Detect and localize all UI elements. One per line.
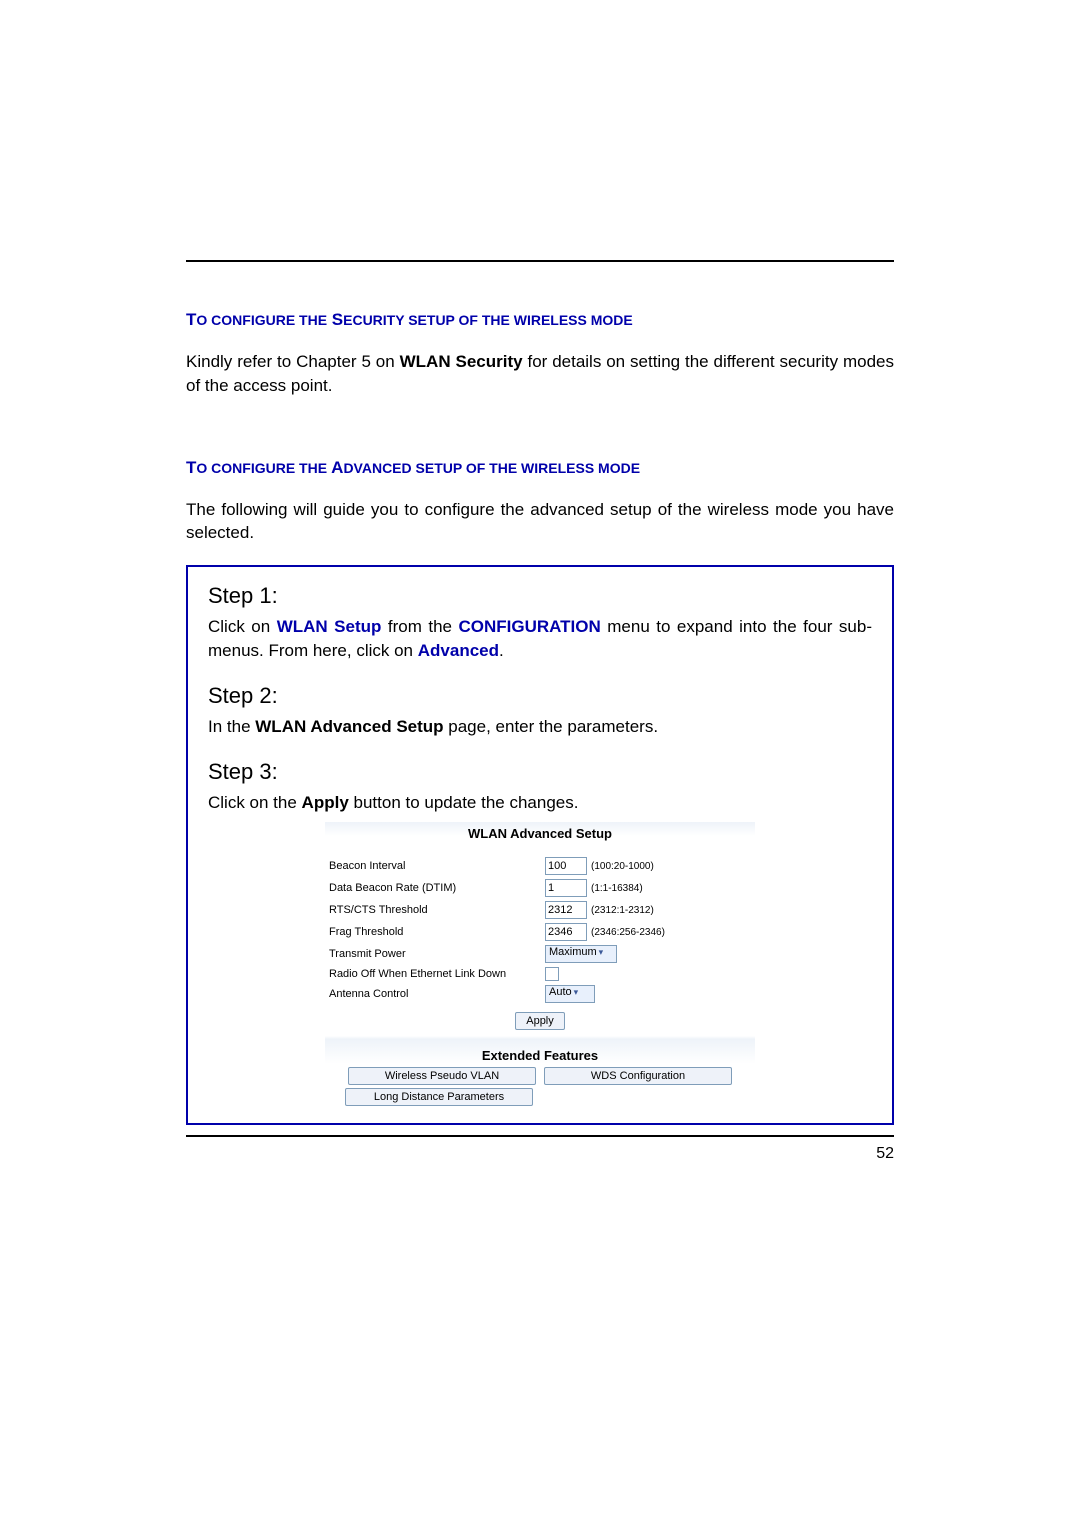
text-span: from the: [381, 617, 458, 636]
label-radio: Radio Off When Ethernet Link Down: [325, 968, 545, 980]
wireless-pseudo-vlan-button[interactable]: Wireless Pseudo VLAN: [348, 1067, 536, 1085]
label-rts: RTS/CTS Threshold: [325, 904, 545, 916]
wlan-advanced-form: WLAN Advanced Setup Beacon Interval (100…: [325, 822, 755, 1106]
checkbox-radio-off[interactable]: [545, 967, 559, 981]
label-frag: Frag Threshold: [325, 926, 545, 938]
step2-title: Step 2:: [208, 683, 872, 709]
text-span: button to update the changes.: [349, 793, 579, 812]
chevron-down-icon: ▾: [599, 947, 604, 957]
input-rts[interactable]: [545, 901, 587, 919]
row-frag: Frag Threshold (2346:256-2346): [325, 923, 755, 941]
link-advanced: Advanced: [418, 641, 499, 660]
label-tx: Transmit Power: [325, 948, 545, 960]
text-span: In the: [208, 717, 255, 736]
hint-dtim: (1:1-16384): [591, 883, 643, 894]
row-dtim: Data Beacon Rate (DTIM) (1:1-16384): [325, 879, 755, 897]
link-configuration: CONFIGURATION: [458, 617, 600, 636]
hint-beacon: (100:20-1000): [591, 861, 654, 872]
bold-apply: Apply: [302, 793, 349, 812]
hint-frag: (2346:256-2346): [591, 927, 665, 938]
step3-body: Click on the Apply button to update the …: [208, 791, 872, 815]
top-divider: [186, 260, 894, 262]
link-wlan-setup: WLAN Setup: [277, 617, 382, 636]
text-span: Kindly refer to Chapter 5 on: [186, 352, 400, 371]
wds-configuration-button[interactable]: WDS Configuration: [544, 1067, 732, 1085]
row-radio: Radio Off When Ethernet Link Down: [325, 967, 755, 981]
heading-security: TO CONFIGURE THE SECURITY SETUP OF THE W…: [186, 310, 894, 330]
bottom-divider: [186, 1135, 894, 1137]
bold-wlan-advanced-setup: WLAN Advanced Setup: [255, 717, 443, 736]
label-beacon: Beacon Interval: [325, 860, 545, 872]
bold-wlan-security: WLAN Security: [400, 352, 523, 371]
step2-body: In the WLAN Advanced Setup page, enter t…: [208, 715, 872, 739]
label-dtim: Data Beacon Rate (DTIM): [325, 882, 545, 894]
apply-button[interactable]: Apply: [515, 1012, 565, 1030]
text-span: page, enter the parameters.: [444, 717, 659, 736]
select-antenna[interactable]: Auto▾: [545, 985, 595, 1003]
steps-box: Step 1: Click on WLAN Setup from the CON…: [186, 565, 894, 1125]
hint-rts: (2312:1-2312): [591, 905, 654, 916]
chevron-down-icon: ▾: [574, 987, 579, 997]
select-tx-value: Maximum: [549, 946, 597, 958]
row-antenna: Antenna Control Auto▾: [325, 985, 755, 1003]
long-distance-parameters-button[interactable]: Long Distance Parameters: [345, 1088, 533, 1106]
text-span: .: [499, 641, 504, 660]
paragraph-advanced: The following will guide you to configur…: [186, 498, 894, 546]
form-title: WLAN Advanced Setup: [325, 822, 755, 857]
text-span: Click on the: [208, 793, 302, 812]
row-tx: Transmit Power Maximum▾: [325, 945, 755, 963]
text-span: Click on: [208, 617, 277, 636]
row-beacon: Beacon Interval (100:20-1000): [325, 857, 755, 875]
input-frag[interactable]: [545, 923, 587, 941]
extended-features-title: Extended Features: [325, 1036, 755, 1067]
select-antenna-value: Auto: [549, 986, 572, 998]
row-rts: RTS/CTS Threshold (2312:1-2312): [325, 901, 755, 919]
step1-body: Click on WLAN Setup from the CONFIGURATI…: [208, 615, 872, 663]
input-dtim[interactable]: [545, 879, 587, 897]
step1-title: Step 1:: [208, 583, 872, 609]
page-number: 52: [186, 1145, 894, 1163]
label-antenna: Antenna Control: [325, 988, 545, 1000]
select-tx-power[interactable]: Maximum▾: [545, 945, 617, 963]
input-beacon[interactable]: [545, 857, 587, 875]
heading-advanced: TO CONFIGURE THE ADVANCED SETUP OF THE W…: [186, 458, 894, 478]
paragraph-security: Kindly refer to Chapter 5 on WLAN Securi…: [186, 350, 894, 398]
step3-title: Step 3:: [208, 759, 872, 785]
